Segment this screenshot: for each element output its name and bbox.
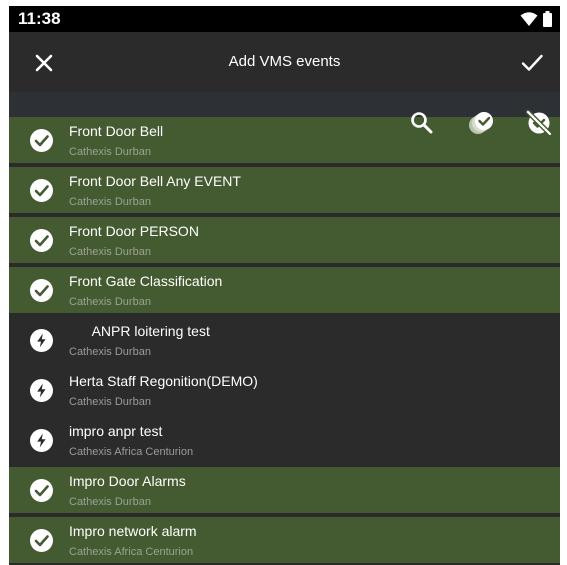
page-title: Add VMS events [228,53,341,70]
select-all-button[interactable] [467,109,495,137]
lightning-circle-icon [30,329,53,352]
row-status-icon [30,179,53,202]
list-item[interactable]: Impro Door Alarms Cathexis Durban [9,467,560,513]
row-status-icon [30,129,53,152]
list-item[interactable]: Front Door PERSON Cathexis Durban [9,217,560,263]
event-site: Cathexis Durban [69,196,151,208]
deselect-all-button[interactable] [525,109,553,137]
list-item[interactable]: Herta Staff Regonition(DEMO) Cathexis Dur… [9,367,560,413]
lightning-circle-icon [30,379,53,402]
event-title: impro anpr test [69,423,163,439]
wifi-icon [520,12,538,26]
status-time: 11:38 [18,9,61,28]
list-item[interactable]: Front Door Bell Any EVENT Cathexis Durban [9,167,560,213]
event-site: Cathexis Durban [69,346,151,358]
lightning-circle-icon [30,429,53,452]
list-item[interactable]: impro anpr test Cathexis Africa Centurion [9,417,560,463]
status-bar: 11:38 [9,6,560,32]
search-icon [411,112,433,134]
row-status-icon [30,379,53,402]
event-site: Cathexis Durban [69,396,151,408]
event-site: Cathexis Durban [69,246,151,258]
event-title: Front Door Bell [69,123,164,139]
event-title: Front Gate Classification [69,273,223,289]
list-item[interactable]: Impro network alarm Cathexis Africa Centu… [9,517,560,563]
event-title: Herta Staff Regonition(DEMO) [69,373,258,389]
row-status-icon [30,329,53,352]
row-status-icon [30,429,53,452]
check-circle-icon [30,529,53,552]
row-status-icon [30,279,53,302]
event-site: Cathexis Durban [69,296,151,308]
event-site: Cathexis Durban [69,146,151,158]
event-title: Front Door PERSON [69,223,199,239]
event-title: Impro network alarm [69,523,197,539]
check-icon [521,54,543,71]
event-list: Front Door Bell Cathexis Durban Front Door… [9,117,560,565]
row-status-icon [30,529,53,552]
check-circle-icon [30,479,53,502]
deselect-all-icon [525,109,553,137]
event-site: Cathexis Durban [69,496,151,508]
check-circle-icon [30,279,53,302]
confirm-button[interactable] [520,51,544,75]
event-site: Cathexis Africa Centurion [69,546,194,558]
row-status-icon [30,229,53,252]
check-circle-icon [30,179,53,202]
check-circle-icon [30,129,53,152]
event-title: Impro Door Alarms [69,473,186,489]
list-item[interactable]: ANPR loitering test Cathexis Durban [9,317,560,363]
device-screen: 11:38 Add VMS events Front Door Bell Cath… [9,6,560,565]
row-status-icon [30,479,53,502]
event-title: ANPR loitering test [69,323,210,339]
app-bar: Add VMS events [9,32,560,92]
event-site: Cathexis Africa Centurion [69,446,194,458]
status-icons [520,11,552,27]
select-all-icon [469,112,493,134]
check-circle-icon [30,229,53,252]
battery-icon [543,11,552,27]
list-item[interactable]: Front Gate Classification Cathexis Durban [9,267,560,313]
search-button[interactable] [408,109,436,137]
event-title: Front Door Bell Any EVENT [69,173,241,189]
